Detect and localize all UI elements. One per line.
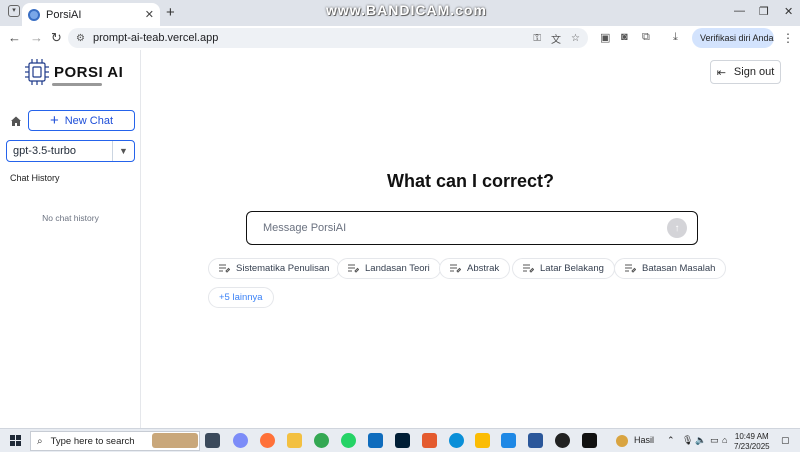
signout-icon: ⇤: [716, 66, 726, 79]
arrow-right-icon[interactable]: →: [30, 30, 43, 45]
cast-icon[interactable]: ▣: [600, 31, 610, 44]
browser-toolbar: ← → ↻ ⚙ prompt-ai-teab.vercel.app ⚿ 文 ☆ …: [0, 26, 800, 50]
download-icon[interactable]: ⤓: [673, 31, 678, 44]
matlab-icon[interactable]: [422, 433, 437, 448]
taskbar-search-placeholder: Type here to search: [50, 435, 135, 447]
site-info-icon[interactable]: ⚙: [76, 33, 85, 44]
copilot-icon[interactable]: [233, 433, 248, 448]
new-chat-label: New Chat: [64, 114, 114, 127]
windows-taskbar: ⌕ Type here to search Hasil ⌃ 🎙 🔈 ▭ ⌂ 10…: [0, 428, 800, 452]
browser-tab-bar: ▾ PorsiAI ✕ + www.BANDICAM.com — ❐ ✕: [0, 0, 800, 26]
model-selected-value: gpt-3.5-turbo: [13, 145, 76, 157]
chat-history-empty: No chat history: [42, 213, 99, 223]
battery-icon[interactable]: ▭: [710, 435, 719, 446]
word-icon[interactable]: [528, 433, 543, 448]
logo-swoosh: [52, 83, 102, 86]
suggestion-chip[interactable]: Batasan Masalah: [614, 258, 727, 279]
network-icon[interactable]: ⌂: [722, 435, 727, 445]
bandicam-app-icon[interactable]: [555, 433, 570, 448]
arrow-up-icon[interactable]: ↑: [667, 218, 687, 238]
search-highlight-icon: [152, 433, 198, 448]
taskbar-clock[interactable]: 10:49 AM 7/23/2025: [734, 432, 770, 452]
arrow-left-icon[interactable]: ←: [8, 30, 21, 45]
photoshop-icon[interactable]: [395, 433, 410, 448]
chrome-icon[interactable]: [314, 433, 329, 448]
edit-note-icon: [348, 264, 359, 273]
microphone-icon[interactable]: 🎙: [682, 435, 693, 446]
edit-note-icon: [450, 264, 461, 273]
browser-tab-porsiai[interactable]: PorsiAI ✕: [22, 3, 160, 26]
clock-time: 10:49 AM: [734, 432, 769, 441]
weather-icon[interactable]: [616, 435, 628, 447]
home-icon[interactable]: [10, 115, 22, 127]
restore-button[interactable]: ❐: [759, 5, 769, 18]
suggestion-chip[interactable]: Landasan Teori: [337, 258, 441, 279]
porsi-logo[interactable]: PORSI AI: [24, 58, 123, 86]
extensions-icon[interactable]: ⧉: [642, 31, 650, 44]
new-tab-button[interactable]: +: [166, 4, 175, 21]
edit-note-icon: [523, 264, 534, 273]
message-input[interactable]: [263, 222, 667, 234]
task-view-icon[interactable]: [205, 433, 220, 448]
chip-logo-icon: [25, 59, 49, 85]
page-title: What can I correct?: [386, 171, 555, 191]
whatsapp-icon[interactable]: [341, 433, 356, 448]
speaker-icon[interactable]: 🔈: [695, 435, 706, 446]
tab-close-icon[interactable]: ✕: [145, 8, 154, 21]
model-select[interactable]: gpt-3.5-turbo ▼: [6, 140, 135, 162]
reload-icon[interactable]: ↻: [51, 30, 62, 46]
tab-title: PorsiAI: [46, 8, 82, 21]
window-close-button[interactable]: ✕: [784, 5, 793, 18]
translate-icon[interactable]: 文: [551, 31, 561, 46]
profile-label: Verifikasi diri Anda: [700, 33, 774, 43]
more-suggestions-button[interactable]: +5 lainnya: [208, 287, 274, 308]
suggestion-chip[interactable]: Sistematika Penulisan: [208, 258, 341, 279]
weather-label[interactable]: Hasil: [634, 435, 654, 445]
chevron-up-icon[interactable]: ⌃: [667, 435, 675, 446]
address-bar[interactable]: ⚙ prompt-ai-teab.vercel.app ⚿ 文 ☆: [68, 28, 588, 48]
url-text: prompt-ai-teab.vercel.app: [92, 32, 219, 44]
logo-text: PORSI AI: [54, 63, 124, 81]
new-chat-button[interactable]: + New Chat: [28, 110, 135, 131]
plus-icon: +: [49, 112, 59, 129]
bookmark-star-icon[interactable]: ☆: [571, 33, 580, 44]
browser-menu-icon[interactable]: ⋮: [782, 31, 794, 45]
windows-start-icon[interactable]: [10, 435, 21, 446]
outlook-icon[interactable]: [368, 433, 383, 448]
camera-icon[interactable]: ◙: [621, 31, 628, 43]
suggestion-chip[interactable]: Abstrak: [439, 258, 511, 279]
search-icon: ⌕: [37, 435, 43, 447]
suggestion-chip[interactable]: Latar Belakang: [512, 258, 615, 279]
message-composer: ↑: [246, 211, 698, 245]
app-page: PORSI AI + New Chat gpt-3.5-turbo ▼ Chat…: [0, 50, 800, 428]
chevron-down-icon[interactable]: ▼: [112, 141, 134, 161]
clock-date: 7/23/2025: [734, 442, 770, 451]
bandicam-watermark: www.BANDICAM.com: [326, 2, 487, 18]
password-key-icon[interactable]: ⚿: [533, 33, 541, 44]
porsi-favicon-icon: [28, 8, 40, 21]
notification-icon[interactable]: ▢: [781, 435, 790, 446]
edit-note-icon: [219, 264, 230, 273]
sidebar: PORSI AI + New Chat gpt-3.5-turbo ▼ Chat…: [0, 50, 141, 428]
tab-search-icon[interactable]: ▾: [8, 5, 20, 17]
chat-history-title: Chat History: [10, 173, 60, 183]
file-explorer-icon[interactable]: [287, 433, 302, 448]
vscode-icon[interactable]: [501, 433, 516, 448]
profile-verify-button[interactable]: Verifikasi diri Anda: [692, 28, 774, 48]
signout-label: Sign out: [733, 66, 775, 78]
drive-icon[interactable]: [475, 433, 490, 448]
edit-note-icon: [625, 264, 636, 273]
capcut-icon[interactable]: [582, 433, 597, 448]
edge-icon[interactable]: [449, 433, 464, 448]
signout-button[interactable]: ⇤ Sign out: [710, 60, 781, 84]
firefox-icon[interactable]: [260, 433, 275, 448]
minimize-button[interactable]: —: [734, 5, 745, 17]
